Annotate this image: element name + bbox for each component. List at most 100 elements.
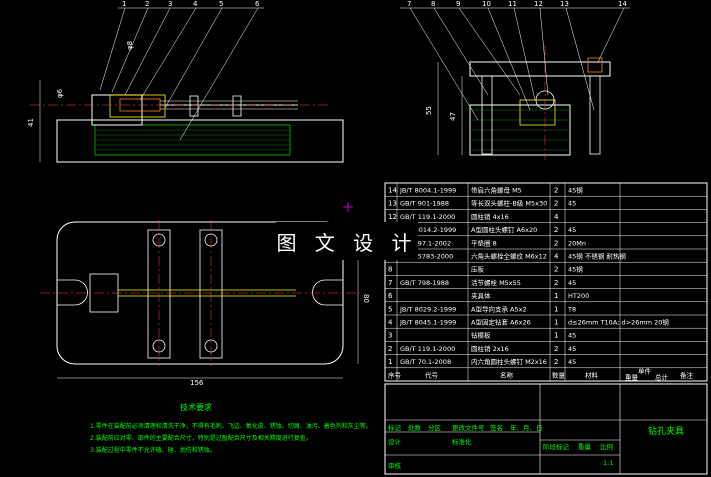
crosshair-icon (343, 202, 353, 212)
cad-drawing: 1 2 3 4 5 6 41 φ6 φ8 7 8 9 10 11 12 13 1… (0, 0, 711, 477)
bom-header-weight: 重量 (625, 373, 639, 381)
bom-mat: 45 (568, 200, 576, 208)
bom-mat: 45钢 不锈钢 耐热钢 (568, 252, 626, 261)
bom-name: 六角头螺栓全螺纹 M6x12 (471, 252, 547, 261)
bom-code: GB/T 119.1-2000 (400, 345, 455, 353)
bom-header-name: 名称 (500, 370, 514, 379)
bom-table: 14 JB/T 8004.1-1999 带肩六角螺母 M5 2 45钢13 GB/T 90… (384, 182, 708, 382)
side-dim-inner: 47 (449, 112, 457, 121)
bom-mat: 20Mn (568, 239, 586, 247)
bom-qty: 1 (554, 319, 558, 327)
bom-code: JB/T 8029.2-1999 (399, 305, 456, 313)
top-dim-length: 156 (190, 379, 204, 387)
bom-mat: 45 (568, 345, 576, 353)
front-dim-height: 41 (27, 118, 35, 127)
bom-no: 6 (388, 292, 393, 300)
tb-scale-val: 1:1 (603, 459, 613, 467)
bom-qty: 2 (554, 187, 558, 195)
bom-name: 平垫圈 8 (471, 238, 497, 247)
tb-count: 处数 (408, 423, 422, 432)
balloon-8: 8 (431, 0, 435, 8)
tb-weight: 重量 (578, 443, 592, 451)
balloon-14: 14 (618, 0, 627, 8)
bom-mat: 45 (568, 279, 576, 287)
bom-name: 夹具体 (471, 291, 491, 300)
balloon-6: 6 (255, 0, 260, 8)
balloon-11: 11 (508, 0, 517, 8)
tech-note-3: 3.装配过程中零件不允许磕、碰、划伤和锈蚀。 (90, 446, 216, 454)
bom-no: 13 (388, 200, 397, 208)
bom-mat: 45钢 (568, 187, 583, 195)
bom-no: 5 (388, 305, 392, 313)
balloon-1: 1 (122, 0, 126, 8)
balloon-5: 5 (219, 0, 223, 8)
bom-header-remark: 备注 (680, 370, 694, 379)
front-dim-small: φ6 (56, 88, 64, 98)
bom-code: GB/T 901-1988 (400, 200, 449, 208)
bom-qty: 2 (554, 239, 558, 247)
bom-name: 圆柱销 4x16 (471, 212, 509, 221)
bom-name: A型固定钻套 A6x26 (471, 318, 531, 327)
bom-header-single: 单件 (638, 366, 652, 375)
tb-date: 年、月、日 (510, 423, 543, 432)
bom-no: 14 (388, 187, 397, 195)
tb-drawing-title: 钻孔夹具 (648, 425, 684, 437)
bom-mat: 45 (568, 332, 576, 340)
bom-qty: 2 (554, 345, 558, 353)
front-view: 1 2 3 4 5 6 41 φ6 φ8 (27, 0, 344, 163)
bom-no: 8 (388, 266, 392, 274)
bom-code: JB/T 8045.1-1999 (399, 319, 456, 327)
bom-qty: 2 (554, 279, 558, 287)
bom-qty: 1 (554, 332, 558, 340)
tb-doc: 更改文件号 (452, 423, 485, 432)
bom-mat: 45 (568, 358, 576, 366)
bom-code: GB/T 70.1-2008 (400, 358, 451, 366)
bom-header-code: 代号 (425, 370, 439, 379)
balloon-9: 9 (456, 0, 460, 8)
tb-sign: 签名 (490, 423, 503, 432)
bom-mat: 45钢 (568, 266, 583, 274)
tech-note-2: 2.装配前应对零、部件的主要配合尺寸，特别是过盈配合尺寸及相关精度进行复查。 (90, 434, 312, 442)
bom-qty: 4 (554, 253, 559, 261)
bom-header-qty: 数量 (552, 370, 566, 379)
bom-no: 2 (388, 345, 392, 353)
balloon-3: 3 (168, 0, 172, 8)
tb-design: 设计 (388, 437, 402, 446)
bom-header-mat: 材料 (585, 370, 599, 379)
side-view: 7 8 9 10 11 12 13 14 55 47 (400, 0, 630, 160)
bom-mat: 45 (568, 226, 576, 234)
bom-no: 7 (388, 279, 392, 287)
bom-name: 圆柱销 2x16 (471, 344, 509, 353)
bom-name: 活节螺栓 M5x55 (471, 278, 521, 287)
bom-qty: 2 (554, 226, 558, 234)
bom-header-no: 序号 (388, 370, 402, 379)
bom-no: 4 (388, 319, 393, 327)
bom-name: 钻模板 (471, 331, 491, 340)
balloon-12: 12 (534, 0, 543, 8)
balloon-10: 10 (482, 0, 491, 8)
balloon-2: 2 (145, 0, 149, 8)
bom-name: 压板 (471, 265, 485, 274)
tb-scale: 比例 (600, 442, 613, 451)
side-dim-height: 55 (425, 106, 433, 115)
bom-name: A型导向支承 A5x2 (471, 304, 527, 313)
bom-qty: 4 (554, 213, 559, 221)
bom-qty: 2 (554, 266, 558, 274)
bom-header-total: 总计 (655, 372, 669, 381)
tech-title: 技术要求 (180, 402, 212, 412)
watermark: 图 文 设 计 (276, 222, 418, 260)
balloon-13: 13 (560, 0, 569, 8)
balloon-7: 7 (407, 0, 411, 8)
bom-name: 内六角圆柱头螺钉 M2x16 (471, 357, 547, 366)
bom-qty: 1 (554, 292, 558, 300)
bom-qty: 1 (554, 305, 558, 313)
top-dim-width: 80 (362, 294, 370, 303)
bom-no: 1 (388, 358, 392, 366)
bom-code: GB/T 798-1988 (400, 279, 449, 287)
bom-code: GB/T 119.1-2000 (400, 213, 455, 221)
tb-review: 审核 (388, 461, 402, 470)
bom-no: 12 (388, 213, 397, 221)
bom-no: 3 (388, 332, 392, 340)
front-dim-bore: φ8 (126, 41, 134, 50)
bom-qty: 2 (554, 358, 558, 366)
